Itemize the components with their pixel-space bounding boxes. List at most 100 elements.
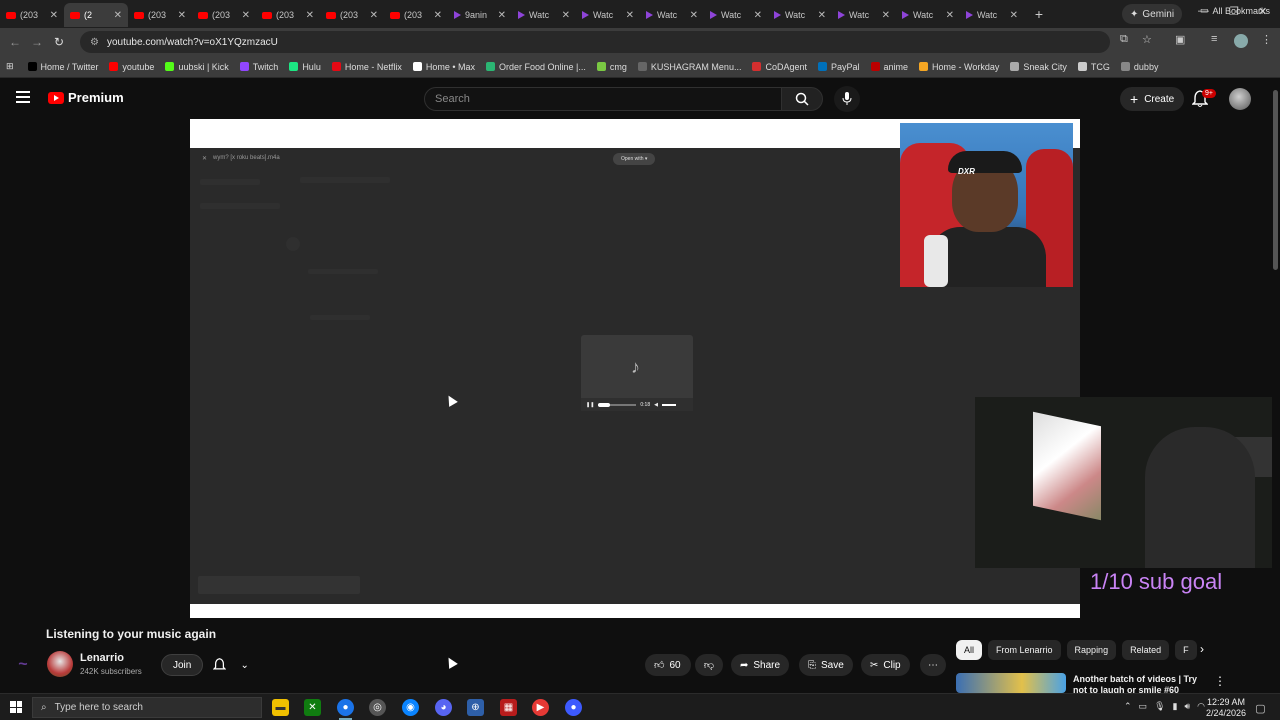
voice-search-button[interactable] bbox=[834, 86, 860, 112]
browser-icon[interactable]: ◉ bbox=[402, 699, 419, 716]
bookmark-item[interactable]: dubby bbox=[1120, 62, 1158, 72]
tab-close-icon[interactable]: ✕ bbox=[562, 10, 570, 21]
bookmark-item[interactable]: uubski | Kick bbox=[165, 62, 229, 72]
filter-chip[interactable]: From Lenarrio bbox=[988, 640, 1061, 660]
browser-tab[interactable]: Watc ✕ bbox=[896, 3, 960, 27]
tab-close-icon[interactable]: ✕ bbox=[690, 10, 698, 21]
chevron-right-icon[interactable]: › bbox=[1200, 642, 1204, 656]
gemini-button[interactable]: ✦ Gemini bbox=[1122, 4, 1183, 24]
browser-tab[interactable]: Watc ✕ bbox=[640, 3, 704, 27]
tab-close-icon[interactable]: ✕ bbox=[882, 10, 890, 21]
microphone-icon[interactable]: 🎙︎ bbox=[1154, 701, 1165, 712]
bookmark-item[interactable]: youtube bbox=[109, 62, 154, 72]
tab-close-icon[interactable]: ✕ bbox=[50, 10, 58, 21]
bookmark-item[interactable]: PayPal bbox=[817, 62, 860, 72]
tab-close-icon[interactable]: ✕ bbox=[626, 10, 634, 21]
tab-close-icon[interactable]: ✕ bbox=[242, 10, 250, 21]
forward-icon[interactable]: → bbox=[26, 35, 48, 49]
filter-chip[interactable]: Related bbox=[1122, 640, 1170, 660]
clip-button[interactable]: ✂ Clip bbox=[861, 654, 910, 676]
menu-icon[interactable] bbox=[16, 91, 30, 103]
bookmark-item[interactable]: Home - Workday bbox=[919, 62, 999, 72]
battery-icon[interactable]: ▮ bbox=[1173, 701, 1178, 712]
reload-icon[interactable]: ↻ bbox=[48, 35, 70, 49]
apps-icon[interactable]: ⊞ bbox=[6, 61, 14, 72]
notification-center-icon[interactable]: ▢ bbox=[1252, 700, 1269, 717]
dislike-button[interactable]: 👎︎ bbox=[695, 654, 723, 676]
create-button[interactable]: + Create bbox=[1120, 87, 1185, 111]
install-app-icon[interactable]: ⧉ bbox=[1120, 33, 1128, 46]
search-button[interactable] bbox=[781, 87, 823, 111]
app-icon[interactable]: ● bbox=[565, 699, 582, 716]
browser-tab[interactable]: (203 ✕ bbox=[128, 3, 192, 27]
taskbar-search[interactable]: ⌕ Type here to search bbox=[32, 697, 262, 718]
browser-tab[interactable]: Watc ✕ bbox=[704, 3, 768, 27]
bookmark-item[interactable]: cmg bbox=[596, 62, 627, 72]
browser-tab[interactable]: Watc ✕ bbox=[768, 3, 832, 27]
discord-icon[interactable]: ◕ bbox=[435, 699, 452, 716]
all-bookmarks-button[interactable]: ▭ All Bookmarks bbox=[1200, 5, 1270, 16]
youtube-logo[interactable]: Premium bbox=[48, 90, 124, 105]
save-button[interactable]: ⎘ Save bbox=[799, 654, 853, 676]
network-icon[interactable]: ▭ bbox=[1139, 701, 1148, 712]
bookmark-item[interactable]: Home • Max bbox=[412, 62, 475, 72]
profile-avatar[interactable] bbox=[1234, 34, 1248, 48]
account-avatar[interactable] bbox=[1229, 88, 1251, 110]
chevron-up-icon[interactable]: ⌃ bbox=[1124, 701, 1132, 712]
tab-close-icon[interactable]: ✕ bbox=[178, 10, 186, 21]
channel-avatar[interactable] bbox=[47, 651, 73, 677]
bookmark-item[interactable]: Home - Netflix bbox=[331, 62, 402, 72]
back-icon[interactable]: ← bbox=[4, 35, 26, 49]
tab-close-icon[interactable]: ✕ bbox=[498, 10, 506, 21]
site-info-icon[interactable]: ⚙ bbox=[90, 37, 99, 48]
recommendation-thumbnail[interactable] bbox=[956, 673, 1066, 693]
browser-tab[interactable]: Watc ✕ bbox=[832, 3, 896, 27]
browser-tab[interactable]: (203 ✕ bbox=[192, 3, 256, 27]
tab-close-icon[interactable]: ✕ bbox=[306, 10, 314, 21]
bookmark-item[interactable]: Sneak City bbox=[1010, 62, 1067, 72]
bookmark-item[interactable]: TCG bbox=[1077, 62, 1110, 72]
windows-start-icon[interactable] bbox=[10, 701, 22, 713]
browser-tab[interactable]: (203 ✕ bbox=[320, 3, 384, 27]
page-scrollbar-thumb[interactable] bbox=[1273, 90, 1278, 270]
game-launcher-icon[interactable]: ▦ bbox=[500, 699, 517, 716]
bookmark-item[interactable]: Home / Twitter bbox=[27, 62, 98, 72]
join-button[interactable]: Join bbox=[161, 654, 204, 676]
bookmark-item[interactable]: anime bbox=[870, 62, 908, 72]
new-tab-icon[interactable]: + bbox=[1028, 6, 1050, 22]
controller-icon[interactable]: ⊕ bbox=[467, 699, 484, 716]
sidepanel-icon[interactable]: ▣ bbox=[1175, 33, 1185, 46]
url-bar[interactable]: ⚙ youtube.com/watch?v=oX1YQzmzacU bbox=[80, 31, 1110, 53]
browser-tab[interactable]: (2 ✕ bbox=[64, 3, 128, 27]
media-player-icon[interactable]: ▶ bbox=[532, 699, 549, 716]
tab-close-icon[interactable]: ✕ bbox=[434, 10, 442, 21]
share-button[interactable]: ➦ Share bbox=[731, 654, 790, 676]
bookmark-item[interactable]: CoDAgent bbox=[752, 62, 807, 72]
browser-tab[interactable]: (203 ✕ bbox=[384, 3, 448, 27]
bookmark-item[interactable]: KUSHAGRAM Menu... bbox=[637, 62, 741, 72]
taskbar-clock[interactable]: 12:29 AM 2/24/2026 bbox=[1206, 697, 1246, 719]
volume-icon[interactable]: 🔊︎ bbox=[1184, 701, 1190, 712]
search-input[interactable]: Search bbox=[424, 87, 782, 111]
browser-tab[interactable]: (203 ✕ bbox=[0, 3, 64, 27]
bookmark-star-icon[interactable]: ☆ bbox=[1142, 33, 1152, 46]
filter-chip[interactable]: F bbox=[1175, 640, 1197, 660]
tab-close-icon[interactable]: ✕ bbox=[754, 10, 762, 21]
app-icon[interactable]: ◎ bbox=[369, 699, 386, 716]
tab-close-icon[interactable]: ✕ bbox=[114, 10, 122, 21]
tab-close-icon[interactable]: ✕ bbox=[946, 10, 954, 21]
tab-close-icon[interactable]: ✕ bbox=[1010, 10, 1018, 21]
media-icon[interactable]: ≡ bbox=[1211, 33, 1217, 45]
bookmark-item[interactable]: Hulu bbox=[289, 62, 321, 72]
browser-tab[interactable]: 9anin ✕ bbox=[448, 3, 512, 27]
browser-tab[interactable]: (203 ✕ bbox=[256, 3, 320, 27]
subscription-bell-button[interactable]: ⌄ bbox=[206, 654, 256, 676]
like-button[interactable]: 👍︎ 60 bbox=[645, 654, 691, 676]
bookmark-item[interactable]: Order Food Online |... bbox=[486, 62, 586, 72]
file-explorer-icon[interactable]: ▬ bbox=[272, 699, 289, 716]
filter-chip[interactable]: All bbox=[956, 640, 983, 660]
browser-menu-icon[interactable]: ⋮ bbox=[1261, 33, 1272, 46]
tab-close-icon[interactable]: ✕ bbox=[818, 10, 826, 21]
recommendation-title[interactable]: Another batch of videos | Try not to lau… bbox=[1073, 674, 1203, 694]
browser-tab[interactable]: Watc ✕ bbox=[576, 3, 640, 27]
